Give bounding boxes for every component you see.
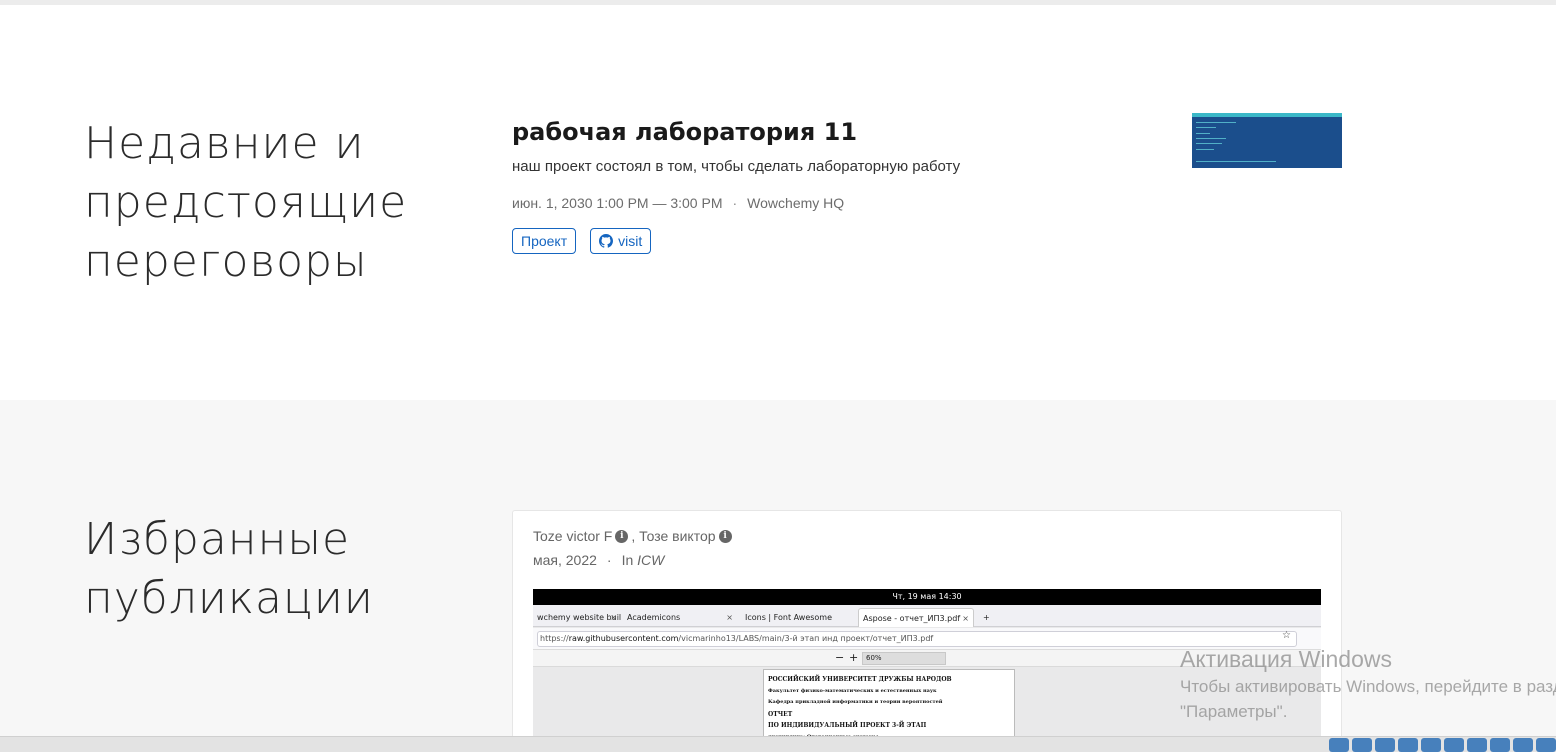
talk-item: рабочая лаборатория 11 наш проект состоя… [512,115,1212,254]
publications-section: Избранные публикации Toze victor F i , Т… [0,400,1556,752]
screenshot-tab: Academicons × [627,613,733,622]
publication-venue: ICW [637,552,665,568]
screenshot-new-tab: + [983,613,990,622]
author-name[interactable]: , Тозе виктор [631,528,715,544]
talks-heading: Недавние и предстоящие переговоры [84,118,408,287]
tray-icon[interactable] [1467,738,1487,752]
screenshot-pdf-toolbar: − + 60% [533,650,1321,667]
tray-icon[interactable] [1513,738,1533,752]
zoom-out-icon: − [835,651,845,664]
meta-separator: · [732,195,738,211]
publication-featured-image[interactable]: Чт, 19 мая 14:30 wchemy website buil × Ac… [533,589,1321,752]
screenshot-zoom-select: 60% [862,652,946,665]
screenshot-tab-active: Aspose - отчет_ИП3.pdf × [858,608,974,627]
tray-icon[interactable] [1352,738,1372,752]
tray-icon[interactable] [1329,738,1349,752]
tray-icon[interactable] [1444,738,1464,752]
bookmark-star-icon: ☆ [1282,630,1291,641]
tray-icon[interactable] [1398,738,1418,752]
zoom-in-icon: + [849,651,859,664]
publication-meta: мая, 2022 · In ICW [533,552,664,568]
talk-summary: наш проект состоял в том, чтобы сделать … [512,158,961,175]
screenshot-topbar-clock: Чт, 19 мая 14:30 [533,589,1321,605]
talk-datetime: июн. 1, 2030 1:00 PM — 3:00 PM [512,195,723,211]
tray-icon[interactable] [1375,738,1395,752]
screenshot-tab: wchemy website buil × [537,613,621,622]
project-button-label: Проект [521,233,568,249]
meta-separator: · [606,552,612,568]
publication-venue-wrap: In ICW [621,552,665,568]
author-name[interactable]: Toze victor F [533,528,612,544]
talk-meta: июн. 1, 2030 1:00 PM — 3:00 PM · Wowchem… [512,195,1212,211]
publication-card[interactable]: Toze victor F i , Тозе виктор i мая, 202… [512,510,1342,752]
github-icon [599,234,614,248]
talk-thumbnail[interactable] [1192,113,1342,168]
info-icon[interactable]: i [718,529,732,543]
talk-location: Wowchemy HQ [747,195,845,211]
talk-title[interactable]: рабочая лаборатория 11 [512,115,1212,149]
talk-buttons: Проект visit [512,228,1212,254]
screenshot-urlbar: https://raw.githubusercontent.com/vicmar… [533,628,1321,650]
publication-authors: Toze victor F i , Тозе виктор i [533,528,732,544]
tray-icon[interactable] [1536,738,1556,752]
project-button[interactable]: Проект [512,228,577,254]
tray-icon[interactable] [1421,738,1441,752]
info-icon[interactable]: i [615,529,629,543]
talks-section: Недавние и предстоящие переговоры рабоча… [0,5,1556,400]
visit-button[interactable]: visit [590,228,652,254]
tray-icon[interactable] [1490,738,1510,752]
visit-button-label: visit [618,233,643,249]
publication-date: мая, 2022 [533,552,597,568]
system-tray [1329,738,1556,752]
taskbar [0,736,1556,752]
screenshot-url: https://raw.githubusercontent.com/vicmar… [537,631,1297,647]
publications-heading: Избранные публикации [84,514,374,624]
screenshot-tab: Icons | Font Awesome [745,613,833,622]
screenshot-tabbar: wchemy website buil × Academicons × Icons … [533,605,1321,627]
